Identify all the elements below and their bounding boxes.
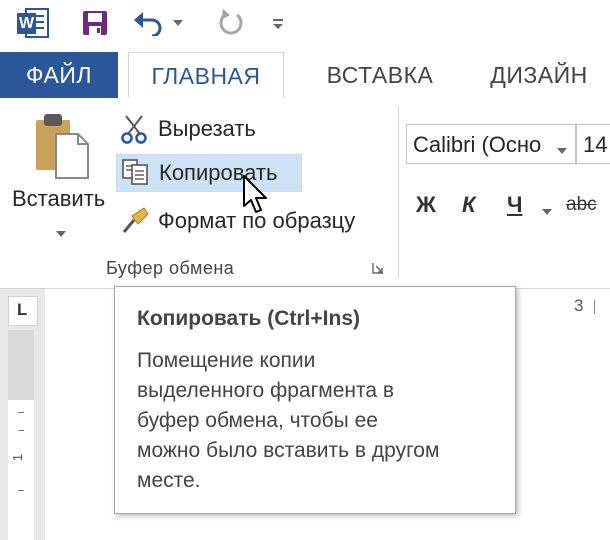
paintbrush-icon [120, 206, 154, 236]
font-name-combo[interactable]: Calibri (Осно [406, 124, 576, 164]
tooltip-title: Копировать (Ctrl+Ins) [137, 307, 360, 330]
scissors-icon [120, 114, 154, 144]
underline-button[interactable]: Ч [507, 192, 522, 218]
italic-button[interactable]: К [462, 192, 476, 218]
paste-button[interactable]: Вставить [6, 108, 110, 240]
tab-file[interactable]: ФАЙЛ [0, 52, 118, 98]
tooltip-line: Помещение копии [137, 349, 316, 372]
dialog-launcher-icon[interactable] [372, 261, 386, 275]
undo-icon[interactable] [132, 6, 166, 40]
tooltip-line: буфер обмена, чтобы ее [137, 409, 378, 432]
tab-design[interactable]: ДИЗАЙН [470, 52, 608, 98]
font-name-value: Calibri (Осно [413, 132, 542, 157]
font-size-combo[interactable]: 14 [576, 124, 610, 164]
tooltip-line: можно было вставить в другом [137, 439, 440, 462]
ruler-tick [18, 430, 24, 431]
redo-icon[interactable] [214, 6, 248, 40]
word-icon[interactable]: W [16, 6, 50, 40]
clipboard-icon [32, 112, 92, 182]
horizontal-ruler-number: 3 [574, 296, 584, 315]
ruler-margin-shade [8, 330, 34, 400]
horizontal-ruler-tick [594, 300, 595, 314]
ruler-number: 1 [10, 453, 26, 462]
copy-button[interactable]: Копировать [116, 154, 302, 192]
quick-access-toolbar: W [0, 0, 610, 48]
save-icon[interactable] [78, 6, 112, 40]
paste-dropdown-icon[interactable] [56, 224, 68, 237]
font-name-dropdown-icon[interactable] [557, 141, 569, 154]
tooltip-line: месте. [137, 469, 201, 492]
copy-icon [121, 158, 155, 188]
strikethrough-button[interactable]: abc [566, 194, 597, 216]
ribbon-tabs: ФАЙЛ ГЛАВНАЯ ВСТАВКА ДИЗАЙН [0, 52, 610, 99]
tab-home[interactable]: ГЛАВНАЯ [128, 52, 284, 98]
underline-dropdown-icon[interactable] [542, 202, 554, 215]
group-separator [398, 106, 399, 278]
ruler-tick [18, 412, 24, 413]
tab-selector[interactable]: L [8, 296, 38, 326]
vertical-ruler[interactable]: 1 [8, 330, 34, 540]
tooltip-line: выделенного фрагмента в [137, 379, 395, 402]
tab-insert[interactable]: ВСТАВКА [300, 52, 460, 98]
word-letter: W [19, 15, 35, 32]
mouse-pointer-icon [242, 174, 272, 218]
font-size-value: 14 [583, 132, 608, 157]
cut-button[interactable]: Вырезать [116, 110, 302, 148]
tab-selector-label: L [17, 300, 28, 319]
undo-dropdown-icon[interactable] [170, 10, 186, 36]
clipboard-group-label: Буфер обмена [106, 258, 235, 278]
bold-button[interactable]: Ж [416, 192, 436, 218]
cut-label: Вырезать [158, 116, 256, 141]
customize-icon[interactable] [268, 10, 288, 38]
copy-tooltip: Копировать (Ctrl+Ins) Помещение копии вы… [114, 286, 516, 514]
paste-label: Вставить [12, 186, 106, 211]
ribbon-home: Вставить Вырезать Копировать Формат по о… [0, 98, 610, 289]
ruler-tick [18, 490, 24, 491]
